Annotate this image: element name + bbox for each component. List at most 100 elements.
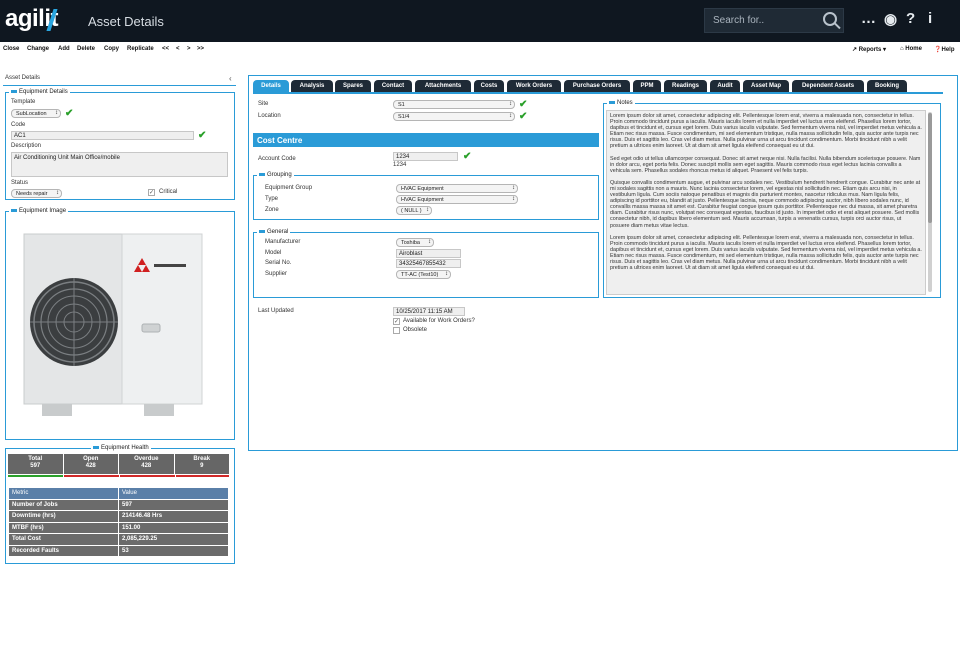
model-input[interactable]: Airoblast xyxy=(396,249,461,258)
health-open-bar xyxy=(64,475,119,477)
close-button[interactable]: Close xyxy=(3,46,19,52)
table-row: Recorded Faults 53 xyxy=(8,544,229,557)
status-select[interactable]: Needs repair xyxy=(11,189,62,198)
last-updated-label: Last Updated xyxy=(258,308,294,314)
metric-value: 53 xyxy=(118,544,229,557)
tab-purchase-orders[interactable]: Purchase Orders xyxy=(564,80,630,92)
info-icon[interactable]: i xyxy=(928,10,932,27)
zone-select[interactable]: ( NULL ) xyxy=(396,206,432,215)
tab-costs[interactable]: Costs xyxy=(474,80,504,92)
help-link[interactable]: ❓Help xyxy=(934,46,955,53)
health-open-value: 428 xyxy=(85,463,96,469)
metrics-header-metric: Metric xyxy=(8,487,119,500)
critical-label: Critical xyxy=(159,189,178,195)
health-break[interactable]: Break 9 xyxy=(174,454,229,474)
change-button[interactable]: Change xyxy=(27,46,49,52)
available-checkbox[interactable]: ✓ xyxy=(393,318,400,325)
type-select[interactable]: HVAC Equipment xyxy=(396,195,518,204)
copy-button[interactable]: Copy xyxy=(104,46,119,52)
tab-audit[interactable]: Audit xyxy=(710,80,740,92)
serial-input[interactable]: 34325467855432 xyxy=(396,259,461,268)
health-total-bar xyxy=(8,475,63,477)
metric-value: 214146.48 Hrs xyxy=(118,510,229,523)
supplier-select[interactable]: TT-AC (Test10) xyxy=(396,270,451,279)
notes-paragraph: Lorem ipsum dolor sit amet, consectetur … xyxy=(610,234,922,272)
equipment-group-label: Equipment Group xyxy=(265,185,313,191)
metrics-table: Metric Value Number of Jobs 597 Downtime … xyxy=(8,487,229,557)
obsolete-checkbox[interactable] xyxy=(393,327,400,334)
cost-centre-header: Cost Centre xyxy=(253,133,599,147)
prev-button[interactable]: < xyxy=(176,46,180,52)
location-select[interactable]: S1/4 xyxy=(393,112,515,121)
tab-spares[interactable]: Spares xyxy=(335,80,371,92)
location-valid-icon: ✔ xyxy=(519,111,528,122)
reports-link[interactable]: ↗ Reports ▾ xyxy=(852,46,886,53)
table-row: Total Cost 2,085,229.25 xyxy=(8,533,229,546)
delete-button[interactable]: Delete xyxy=(77,46,95,52)
health-overdue[interactable]: Overdue 428 xyxy=(119,454,174,474)
first-button[interactable]: << xyxy=(162,46,169,52)
reports-label: Reports xyxy=(858,47,882,53)
code-input[interactable]: AC1 xyxy=(11,131,194,140)
metrics-header-row: Metric Value xyxy=(8,487,229,500)
health-break-bar xyxy=(176,475,229,477)
left-panel-title: Asset Details xyxy=(5,75,41,81)
tab-attachments[interactable]: Attachments xyxy=(415,80,471,92)
replicate-button[interactable]: Replicate xyxy=(127,46,154,52)
home-link[interactable]: ⌂ Home xyxy=(900,46,922,52)
equipment-image xyxy=(23,233,203,416)
health-break-label: Break xyxy=(193,456,211,462)
tab-contact[interactable]: Contact xyxy=(374,80,412,92)
code-valid-icon: ✔ xyxy=(198,130,207,141)
equipment-image-legend: Equipment Image xyxy=(9,208,69,214)
notes-scrollbar-thumb[interactable] xyxy=(928,113,932,223)
notes-textarea[interactable]: Lorem ipsum dolor sit amet, consectetur … xyxy=(606,110,926,295)
template-valid-icon: ✔ xyxy=(65,108,74,119)
serial-label: Serial No. xyxy=(265,260,292,266)
tab-booking[interactable]: Booking xyxy=(867,80,907,92)
metric-name: Downtime (hrs) xyxy=(8,510,119,523)
metric-name: MTBF (hrs) xyxy=(8,521,119,534)
site-select[interactable]: S1 xyxy=(393,100,515,109)
health-break-value: 9 xyxy=(200,463,204,469)
equipment-group-select[interactable]: HVAC Equipment xyxy=(396,184,518,193)
health-open[interactable]: Open 428 xyxy=(63,454,118,474)
template-select[interactable]: SubLocation xyxy=(11,109,61,118)
zone-label: Zone xyxy=(265,207,279,213)
collapse-chevron-icon[interactable]: ‹ xyxy=(229,74,232,83)
account-code-description: 1234 xyxy=(393,162,407,168)
tab-readings[interactable]: Readings xyxy=(664,80,707,92)
search-icon[interactable] xyxy=(823,12,837,26)
add-button[interactable]: Add xyxy=(58,46,70,52)
tab-details[interactable]: Details xyxy=(253,80,289,92)
account-code-input[interactable]: 1234 xyxy=(393,152,458,161)
health-total-label: Total xyxy=(28,456,43,462)
notes-paragraph: Lorem ipsum dolor sit amet, consectetur … xyxy=(610,113,922,150)
manufacturer-select[interactable]: Toshiba xyxy=(396,238,434,247)
help-label: Help xyxy=(941,47,955,53)
tab-asset-map[interactable]: Asset Map xyxy=(743,80,789,92)
account-code-label: Account Code xyxy=(258,156,296,162)
tab-analysis[interactable]: Analysis xyxy=(291,80,333,92)
description-textarea[interactable]: Air Conditioning Unit Main Office/mobile xyxy=(11,152,228,177)
table-row: Number of Jobs 597 xyxy=(8,498,229,511)
globe-icon[interactable]: ◉ xyxy=(884,10,897,28)
metric-name: Number of Jobs xyxy=(8,498,119,511)
help-icon[interactable]: ? xyxy=(906,10,915,27)
health-overdue-bar xyxy=(120,475,175,477)
tab-work-orders[interactable]: Work Orders xyxy=(507,80,561,92)
status-label: Status xyxy=(11,180,29,186)
tab-dependent-assets[interactable]: Dependent Assets xyxy=(792,80,864,92)
health-total-value: 597 xyxy=(30,463,41,469)
toolbar: Close Change Add Delete Copy Replicate <… xyxy=(0,45,960,57)
tab-ppm[interactable]: PPM xyxy=(633,80,661,92)
rss-icon[interactable]: … xyxy=(861,10,876,27)
search-input[interactable]: Search for.. xyxy=(704,8,844,33)
next-button[interactable]: > xyxy=(187,46,191,52)
table-row: MTBF (hrs) 151.00 xyxy=(8,521,229,534)
last-button[interactable]: >> xyxy=(197,46,204,52)
health-overdue-value: 428 xyxy=(141,463,152,469)
location-label: Location xyxy=(258,113,281,119)
critical-checkbox[interactable]: ✓ xyxy=(148,189,155,196)
health-total[interactable]: Total 597 xyxy=(8,454,63,474)
